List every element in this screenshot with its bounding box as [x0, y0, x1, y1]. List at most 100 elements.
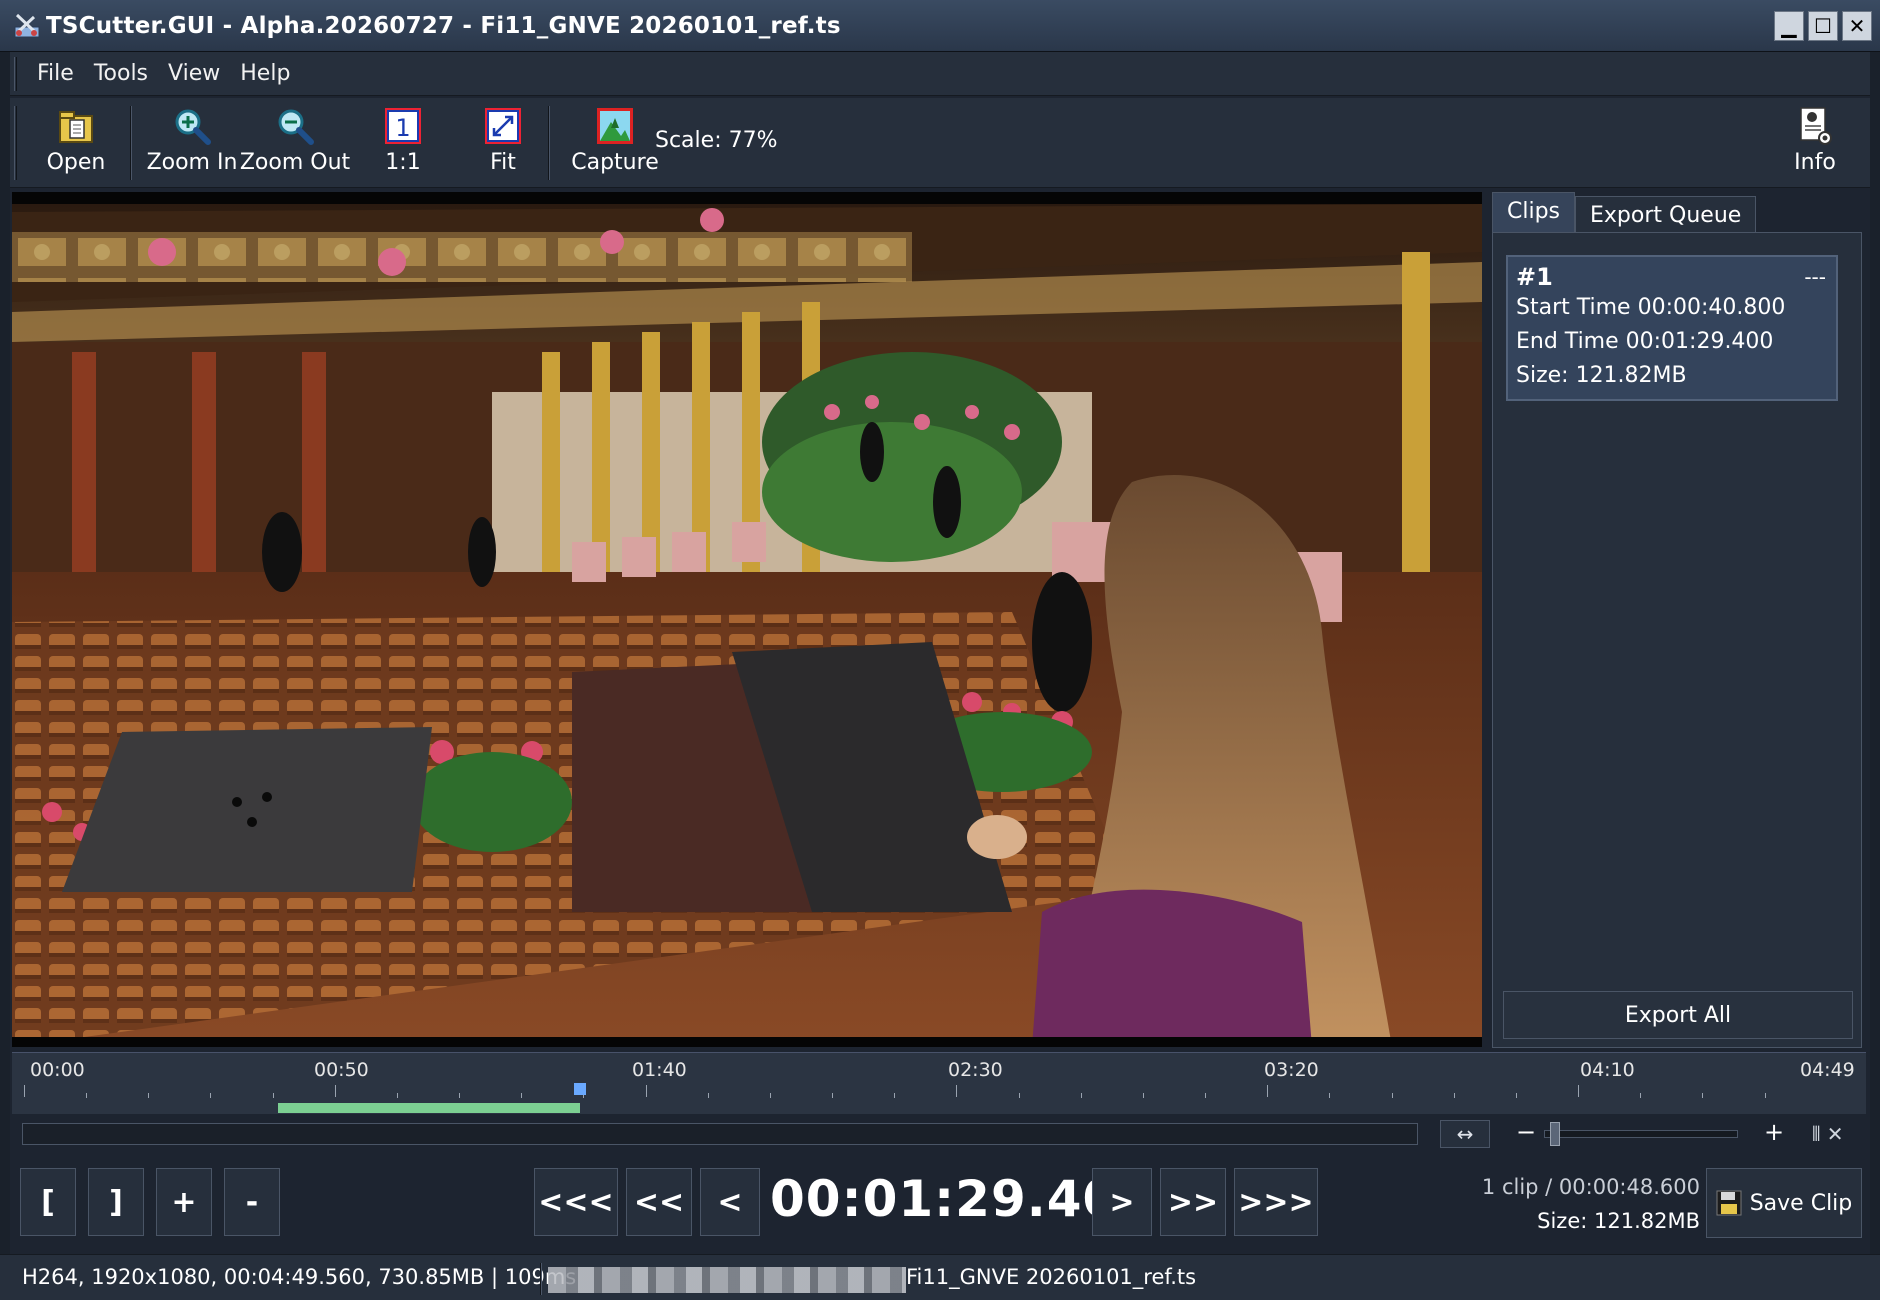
open-folder-icon [59, 111, 93, 143]
info-label: Info [1794, 150, 1836, 175]
timeline-label: 04:49 [1800, 1059, 1855, 1081]
close-timeline-icon[interactable]: ✕ [1827, 1122, 1844, 1146]
timeline-tick [1578, 1085, 1580, 1097]
window-frame-left [0, 52, 10, 1254]
seek-forward-small-button[interactable]: > [1092, 1168, 1152, 1236]
zoom-out-icon [278, 109, 314, 145]
menu-view[interactable]: View [158, 61, 230, 86]
actual-size-icon: 1 [385, 108, 421, 144]
capture-label: Capture [571, 150, 659, 175]
seek-forward-medium-button[interactable]: >> [1160, 1168, 1226, 1236]
menu-grip[interactable] [14, 56, 17, 91]
timeline[interactable]: 00:00 00:50 01:40 02:30 03:20 04:10 04:4… [12, 1052, 1866, 1114]
toolbar-separator [548, 106, 550, 180]
transport-bar: [ ] + - <<< << < 00:01:29.400 > >> >>> 1… [12, 1156, 1866, 1252]
timeline-zoom-slider[interactable] [1544, 1130, 1738, 1138]
minimize-button[interactable]: ▁ [1774, 11, 1804, 41]
timeline-label: 04:10 [1580, 1059, 1635, 1081]
timeline-label: 00:00 [30, 1059, 85, 1081]
svg-text:1: 1 [395, 114, 410, 142]
toolbar-grip[interactable] [14, 106, 17, 180]
timeline-tick [1267, 1085, 1269, 1097]
clip-selection-range[interactable] [277, 1103, 580, 1113]
clip-size: Size: 121.82MB [1516, 363, 1687, 388]
toolbar-separator [130, 106, 132, 180]
mark-in-button[interactable]: [ [20, 1168, 76, 1236]
scissors-app-icon [14, 13, 40, 37]
timeline-label: 00:50 [314, 1059, 369, 1081]
actual-size-button[interactable]: 1 1:1 [368, 104, 438, 184]
clip-number: #1 [1516, 263, 1553, 291]
export-all-button[interactable]: Export All [1503, 991, 1853, 1039]
mark-out-button[interactable]: ] [88, 1168, 144, 1236]
title-bar: TSCutter.GUI - Alpha.20260727 - Fi11_GNV… [0, 0, 1880, 52]
clip-summary: 1 clip / 00:00:48.600 Size: 121.82MB [1482, 1170, 1700, 1238]
timeline-tick [1018, 1093, 1020, 1098]
capture-icon [597, 108, 633, 144]
maximize-button[interactable]: ☐ [1808, 11, 1838, 41]
timeline-tick [1702, 1093, 1704, 1098]
timeline-label: 03:20 [1264, 1059, 1319, 1081]
tab-export-queue[interactable]: Export Queue [1575, 196, 1757, 232]
save-clip-label: Save Clip [1749, 1190, 1853, 1216]
fit-icon [485, 108, 521, 144]
zoom-in-icon [175, 109, 211, 145]
redacted-file-path [548, 1267, 906, 1293]
open-button[interactable]: Open [38, 104, 114, 184]
remove-clip-button[interactable]: - [224, 1168, 280, 1236]
timeline-controls: ↔ − + ⫴ ✕ [12, 1118, 1866, 1154]
timeline-tick [769, 1093, 771, 1098]
zoom-in-label: Zoom In [146, 150, 238, 175]
timeline-tick [894, 1093, 896, 1098]
timeline-tick [1453, 1093, 1455, 1098]
capture-button[interactable]: Capture [562, 104, 668, 184]
info-button[interactable]: Info [1780, 104, 1850, 184]
timeline-zoom-knob[interactable] [1549, 1122, 1560, 1146]
add-clip-button[interactable]: + [156, 1168, 212, 1236]
zoom-in-button[interactable]: Zoom In [144, 104, 240, 184]
window-frame-right [1870, 52, 1880, 1254]
timeline-tick [645, 1085, 647, 1097]
video-preview[interactable] [12, 192, 1482, 1047]
timeline-tick [832, 1093, 834, 1098]
seek-back-large-button[interactable]: <<< [534, 1168, 618, 1236]
seek-forward-large-button[interactable]: >>> [1234, 1168, 1318, 1236]
scale-readout: Scale: 77% [655, 128, 778, 153]
fit-button[interactable]: Fit [468, 104, 538, 184]
menu-help[interactable]: Help [230, 61, 300, 86]
timeline-tick [1080, 1093, 1082, 1098]
timeline-fit-button[interactable]: ↔ [1440, 1120, 1490, 1148]
close-button[interactable]: ✕ [1842, 11, 1872, 41]
timeline-tick [1205, 1093, 1207, 1098]
timeline-tick [1142, 1093, 1144, 1098]
clip-count-duration: 1 clip / 00:00:48.600 [1481, 1175, 1700, 1199]
timeline-label: 01:40 [632, 1059, 687, 1081]
split-view-icon[interactable]: ⫴ [1812, 1122, 1820, 1146]
fit-label: Fit [490, 150, 516, 175]
playhead-marker[interactable] [573, 1083, 586, 1095]
timeline-tick [86, 1093, 88, 1098]
file-name: Fi11_GNVE 20260101_ref.ts [906, 1265, 1197, 1289]
zoom-out-button[interactable]: Zoom Out [240, 104, 350, 184]
seek-back-medium-button[interactable]: << [626, 1168, 692, 1236]
menu-bar: File Tools View Help [10, 52, 1870, 96]
timeline-zoom-in-button[interactable]: + [1764, 1118, 1784, 1146]
clip-menu-button[interactable]: --- [1804, 265, 1826, 289]
window-title: TSCutter.GUI - Alpha.20260727 - Fi11_GNV… [46, 12, 841, 39]
menu-tools[interactable]: Tools [84, 61, 158, 86]
floppy-disk-icon [1716, 1190, 1742, 1216]
status-bar: H264, 1920x1080, 00:04:49.560, 730.85MB … [0, 1254, 1880, 1300]
timeline-tick [1391, 1093, 1393, 1098]
clip-end-time: End Time 00:01:29.400 [1516, 329, 1774, 354]
clip-start-time: Start Time 00:00:40.800 [1516, 295, 1786, 320]
seek-back-small-button[interactable]: < [700, 1168, 760, 1236]
timeline-zoom-out-button[interactable]: − [1516, 1118, 1536, 1146]
clip-card[interactable]: #1 --- Start Time 00:00:40.800 End Time … [1506, 255, 1838, 401]
menu-file[interactable]: File [27, 61, 84, 86]
save-clip-button[interactable]: Save Clip [1706, 1168, 1862, 1238]
timeline-tick [24, 1085, 25, 1097]
tab-clips[interactable]: Clips [1492, 192, 1576, 232]
clip-total-size: Size: 121.82MB [1537, 1209, 1700, 1233]
timeline-scrollbar[interactable] [22, 1123, 1418, 1145]
clips-panel: #1 --- Start Time 00:00:40.800 End Time … [1492, 232, 1862, 1048]
